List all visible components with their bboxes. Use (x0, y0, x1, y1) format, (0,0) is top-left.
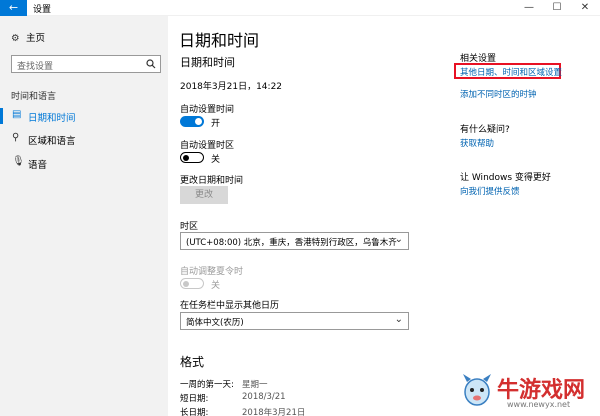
search-icon (146, 59, 156, 69)
change-button[interactable]: 更改 (180, 186, 228, 204)
extra-calendar-label: 在任务栏中显示其他日历 (180, 301, 280, 311)
get-help-link[interactable]: 获取帮助 (460, 137, 494, 149)
question-title: 有什么疑问? (460, 125, 510, 135)
change-datetime-label: 更改日期和时间 (180, 176, 244, 186)
auto-zone-toggle[interactable] (180, 152, 204, 163)
home-label: 主页 (26, 33, 46, 44)
watermark: 牛游戏网 www.newyx.net (455, 368, 600, 416)
formats-heading: 格式 (180, 355, 205, 369)
watermark-url: www.newyx.net (507, 400, 571, 409)
feedback-link[interactable]: 向我们提供反馈 (460, 185, 520, 197)
mascot-logo-icon (463, 374, 491, 406)
extra-calendar-value: 简体中文(农历) (186, 318, 244, 328)
toggle-knob (183, 154, 189, 161)
sidebar-section-title: 时间和语言 (11, 92, 57, 102)
gear-icon: ⚙ (11, 33, 20, 44)
format-value: 2018/3/21 (242, 392, 286, 402)
sidebar-item-date-time[interactable]: ▤ 日期和时间 (0, 106, 168, 126)
add-clock-link[interactable]: 添加不同时区的时钟 (460, 88, 537, 100)
sidebar-item-label: 日期和时间 (28, 113, 76, 124)
maximize-button[interactable]: ☐ (543, 0, 571, 16)
chevron-down-icon: ⌄ (394, 314, 403, 325)
auto-zone-label: 自动设置时区 (180, 141, 235, 151)
format-key: 一周的第一天: (180, 380, 234, 390)
auto-time-toggle[interactable] (180, 116, 204, 127)
toggle-knob (183, 280, 189, 287)
other-date-time-region-link[interactable]: 其他日期、时间和区域设置 (460, 66, 562, 78)
current-datetime: 2018年3月21日，14:22 (180, 82, 283, 92)
microphone-icon: 🎙 (12, 156, 25, 167)
active-indicator (0, 108, 3, 124)
title-bar: ← 设置 — ☐ ✕ (0, 0, 600, 16)
back-button[interactable]: ← (0, 0, 27, 16)
sidebar-item-label: 区域和语言 (28, 136, 76, 147)
sidebar-home[interactable]: ⚙ 主页 (11, 30, 45, 44)
dst-toggle[interactable] (180, 278, 204, 289)
auto-time-label: 自动设置时间 (180, 105, 235, 115)
format-key: 长日期: (180, 408, 209, 416)
sidebar-item-region-language[interactable]: ⚲ 区域和语言 (0, 129, 168, 149)
dst-state: 关 (211, 281, 221, 291)
extra-calendar-select[interactable]: 简体中文(农历) ⌄ (180, 312, 409, 330)
sidebar-item-label: 语音 (28, 160, 48, 171)
sidebar: ⚙ 主页 查找设置 时间和语言 ▤ 日期和时间 ⚲ 区域和语言 🎙 语音 (0, 16, 168, 416)
chevron-down-icon: ⌄ (394, 234, 403, 245)
dst-label: 自动调整夏令时 (180, 267, 244, 277)
region-language-icon: ⚲ (12, 132, 20, 143)
calendar-clock-icon: ▤ (12, 109, 22, 120)
minimize-button[interactable]: — (515, 0, 543, 16)
format-value: 2018年3月21日 (242, 408, 306, 416)
timezone-value: (UTC+08:00) 北京，重庆，香港特别行政区，乌鲁木齐 (186, 238, 397, 248)
timezone-select[interactable]: (UTC+08:00) 北京，重庆，香港特别行政区，乌鲁木齐 ⌄ (180, 232, 409, 250)
format-value: 星期一 (242, 380, 268, 390)
section-subtitle: 日期和时间 (180, 56, 235, 69)
format-key: 短日期: (180, 394, 209, 404)
auto-time-state: 开 (211, 119, 221, 129)
close-button[interactable]: ✕ (571, 0, 599, 16)
page-title: 日期和时间 (179, 31, 260, 50)
search-input[interactable]: 查找设置 (11, 55, 161, 73)
toggle-knob (195, 118, 202, 125)
sidebar-item-speech[interactable]: 🎙 语音 (0, 153, 168, 173)
timezone-label: 时区 (180, 222, 199, 232)
window-title: 设置 (33, 5, 52, 15)
auto-zone-state: 关 (211, 155, 221, 165)
search-placeholder: 查找设置 (17, 62, 54, 72)
improve-title: 让 Windows 变得更好 (460, 173, 551, 183)
